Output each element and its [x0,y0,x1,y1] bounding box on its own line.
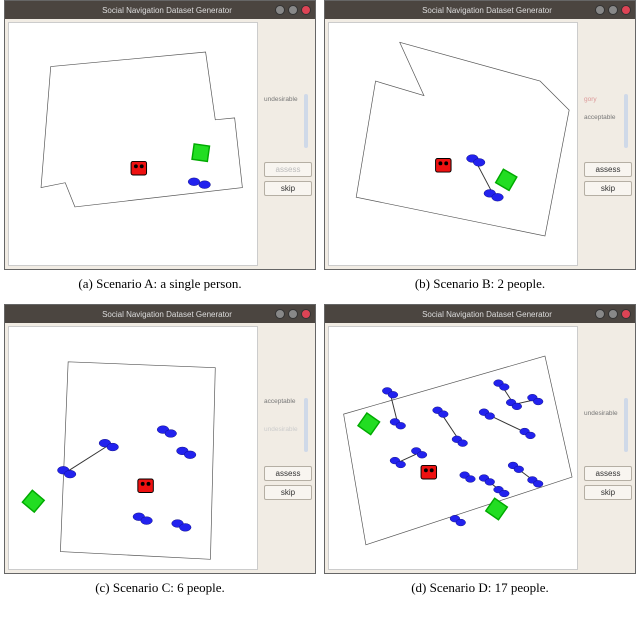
close-icon[interactable] [301,5,311,15]
rating-slider[interactable]: acceptable undesirable [264,396,312,456]
side-panel: acceptable undesirable assess skip [261,323,315,573]
slider-track-icon [304,94,308,148]
slider-track-icon [624,94,628,148]
app-window-a: Social Navigation Dataset Generator [4,0,316,270]
slider-label-acceptable: acceptable [264,398,295,405]
app-body: gory acceptable assess skip [325,19,635,269]
people-icons [382,380,543,526]
app-window-b: Social Navigation Dataset Generator [324,0,636,270]
skip-button[interactable]: skip [264,485,312,500]
side-panel: gory acceptable assess skip [581,19,635,269]
slider-label-undesirable: undesirable [264,426,298,433]
panel-a: Social Navigation Dataset Generator [0,0,320,270]
person-icon [492,193,504,201]
window-title: Social Navigation Dataset Generator [379,6,595,15]
window-controls [595,5,631,15]
goal-icon [22,490,44,512]
skip-button[interactable]: skip [264,181,312,196]
title-bar: Social Navigation Dataset Generator [5,305,315,323]
slider-label-undesirable: undesirable [584,410,618,417]
caption-c: (c) Scenario C: 6 people. [0,574,320,608]
minimize-icon[interactable] [595,5,605,15]
robot-icon [436,159,451,173]
window-title: Social Navigation Dataset Generator [59,310,275,319]
window-controls [275,5,311,15]
app-body: acceptable undesirable assess skip [5,323,315,573]
scene-canvas-d [328,326,578,570]
caption-d: (d) Scenario D: 17 people. [320,574,640,608]
assess-button[interactable]: assess [264,162,312,177]
window-title: Social Navigation Dataset Generator [59,6,275,15]
assess-button[interactable]: assess [584,466,632,481]
robot-icon [131,161,146,175]
skip-button[interactable]: skip [584,181,632,196]
robot-icon [421,465,436,479]
scene-canvas-b [328,22,578,266]
assess-button[interactable]: assess [584,162,632,177]
slider-track-icon [624,398,628,452]
assess-button[interactable]: assess [264,466,312,481]
side-panel: undesirable assess skip [581,323,635,573]
scene-canvas-a [8,22,258,266]
slider-label-faded: gory [584,96,597,103]
rating-slider[interactable]: undesirable [584,396,632,456]
side-panel: undesirable assess skip [261,19,315,269]
caption-b: (b) Scenario B: 2 people. [320,270,640,304]
window-controls [275,309,311,319]
close-icon[interactable] [301,309,311,319]
maximize-icon[interactable] [288,309,298,319]
title-bar: Social Navigation Dataset Generator [325,1,635,19]
title-bar: Social Navigation Dataset Generator [325,305,635,323]
app-window-c: Social Navigation Dataset Generator [4,304,316,574]
figure-grid: Social Navigation Dataset Generator [0,0,640,608]
goal-icon [192,144,209,161]
skip-button[interactable]: skip [584,485,632,500]
robot-icon [138,479,153,493]
panel-b: Social Navigation Dataset Generator [320,0,640,270]
goal-icon [496,169,517,190]
maximize-icon[interactable] [608,309,618,319]
window-controls [595,309,631,319]
minimize-icon[interactable] [275,309,285,319]
caption-a: (a) Scenario A: a single person. [0,270,320,304]
scene-canvas-c [8,326,258,570]
close-icon[interactable] [621,5,631,15]
maximize-icon[interactable] [608,5,618,15]
people-icons [57,426,195,532]
rating-slider[interactable]: gory acceptable [584,92,632,152]
panel-c: Social Navigation Dataset Generator [0,304,320,574]
slider-track-icon [304,398,308,452]
person-icon [473,159,485,167]
maximize-icon[interactable] [288,5,298,15]
app-body: undesirable assess skip [5,19,315,269]
minimize-icon[interactable] [275,5,285,15]
window-title: Social Navigation Dataset Generator [379,310,595,319]
close-icon[interactable] [621,309,631,319]
app-body: undesirable assess skip [325,323,635,573]
title-bar: Social Navigation Dataset Generator [5,1,315,19]
minimize-icon[interactable] [595,309,605,319]
slider-label-undesirable: undesirable [264,96,298,103]
rating-slider[interactable]: undesirable [264,92,312,152]
panel-d: Social Navigation Dataset Generator [320,304,640,574]
app-window-d: Social Navigation Dataset Generator [324,304,636,574]
person-icon [188,178,210,189]
slider-label-acceptable: acceptable [584,114,615,121]
